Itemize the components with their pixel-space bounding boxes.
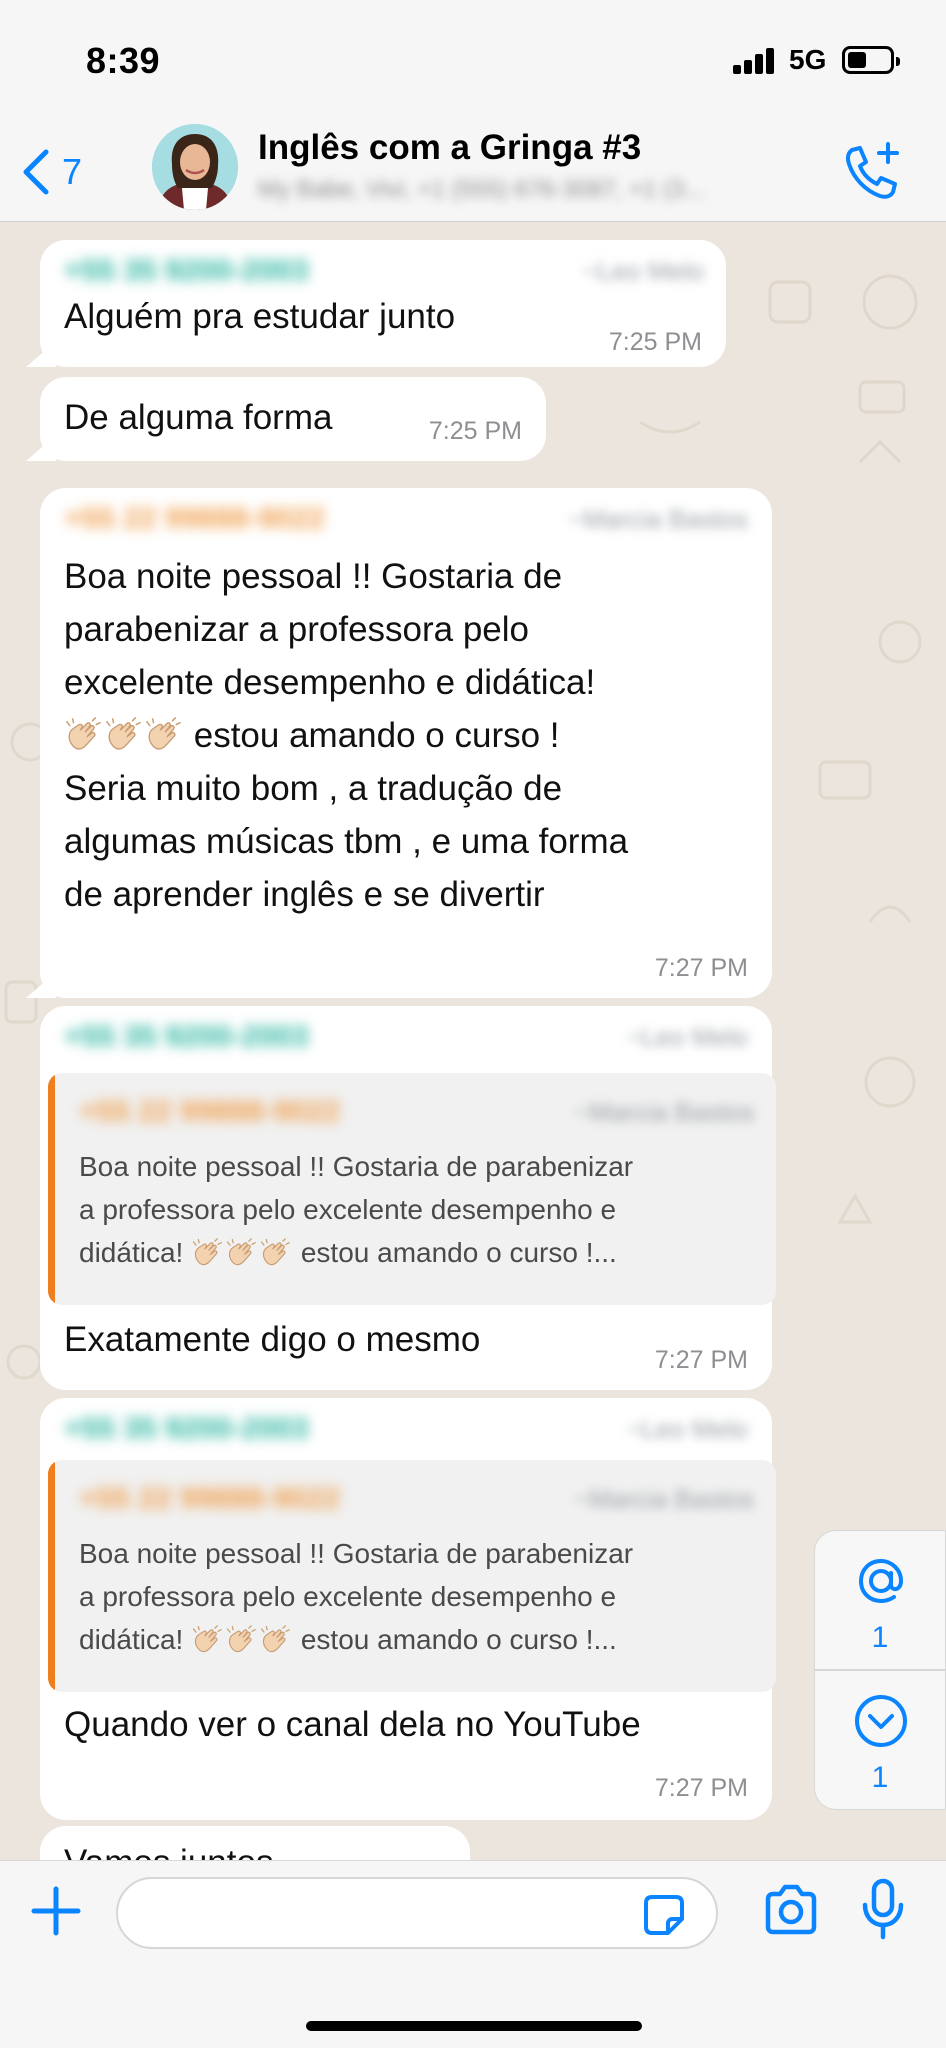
- clapping-hands-icon: [64, 717, 102, 753]
- message-time: 7:27 PM: [654, 954, 748, 982]
- message-text: Exatamente digo o mesmo: [64, 1320, 481, 1359]
- message-sender[interactable]: +55 35 9200-2003: [64, 1412, 308, 1446]
- quoted-text: estou amando o curso !...: [300, 1624, 617, 1655]
- message-input[interactable]: [116, 1877, 718, 1949]
- quoted-text: estou amando o curso !...: [300, 1237, 617, 1268]
- clapping-hands-icon: [259, 1238, 291, 1268]
- input-bar: [0, 1860, 946, 2048]
- unread-chats-count: 7: [62, 151, 83, 192]
- plus-icon: [31, 1886, 81, 1936]
- message-text: de aprender inglês e se divertir: [64, 875, 545, 914]
- quoted-sender-alias: ~Marcia Bastos: [574, 1484, 754, 1514]
- phone-plus-icon: [846, 142, 899, 199]
- quoted-text: a professora pelo excelente desempenho e: [79, 1194, 617, 1225]
- message-sender[interactable]: +55 35 9200-2003: [64, 1020, 308, 1054]
- group-avatar[interactable]: [152, 124, 238, 210]
- message-text: Boa noite pessoal !! Gostaria de: [64, 557, 563, 596]
- signal-icon: [733, 48, 775, 74]
- chat-title[interactable]: Inglês com a Gringa #3: [258, 128, 641, 168]
- message-bubble[interactable]: +55 22 99888-9022 ~Marcia Bastos Boa noi…: [26, 488, 772, 998]
- chat-area[interactable]: +55 35 9200-2003 ~Leo Melo Alguém pra es…: [0, 222, 946, 1860]
- message-sender[interactable]: +55 22 99888-9022: [64, 502, 325, 536]
- home-indicator: [306, 2021, 642, 2031]
- status-bar: 8:39 5G: [0, 0, 946, 118]
- clapping-hands-icon: [259, 1625, 291, 1655]
- message-bubble[interactable]: +55 35 9200-2003 ~Leo Melo +55 22 99888-…: [40, 1398, 776, 1820]
- message-text: algumas músicas tbm , e uma forma: [64, 822, 629, 861]
- message-text: Alguém pra estudar junto: [64, 297, 456, 336]
- chat-header: 7 Inglês com a Gringa #3 My Babe, Vivi, …: [0, 118, 946, 222]
- message-bubble[interactable]: +55 35 9200-2003 ~Leo Melo Alguém pra es…: [26, 240, 726, 367]
- chat-participants[interactable]: My Babe, Vivi, +1 (555) 676-3087, +1 (3.…: [258, 176, 704, 204]
- clapping-hands-icon: [191, 1625, 223, 1655]
- quoted-text: Boa noite pessoal !! Gostaria de paraben…: [79, 1538, 634, 1569]
- message-text: Seria muito bom , a tradução de: [64, 769, 563, 808]
- sticker-button[interactable]: [640, 1891, 688, 1939]
- message-bubble[interactable]: De alguma forma 7:25 PM: [26, 377, 546, 461]
- chevron-down-circle-icon: [855, 1695, 907, 1747]
- microphone-button[interactable]: [858, 1877, 908, 1943]
- message-text-with-emoji: estou amando o curso !: [64, 709, 560, 762]
- quote-bar: [48, 1460, 55, 1692]
- message-text: parabenizar a professora pelo: [64, 610, 530, 649]
- back-button[interactable]: 7: [18, 144, 82, 200]
- clapping-hands-icon: [104, 717, 142, 753]
- network-label: 5G: [789, 44, 827, 75]
- quoted-text: didática!: [79, 1624, 184, 1655]
- attach-button[interactable]: [26, 1881, 86, 1941]
- message-sender-alias: ~Leo Melo: [625, 1414, 748, 1444]
- quote-bar: [48, 1073, 55, 1305]
- quoted-sender-alias: ~Marcia Bastos: [574, 1097, 754, 1127]
- unread-count: 1: [871, 1761, 889, 1794]
- clapping-hands-icon: [191, 1238, 223, 1268]
- message-text: estou amando o curso !: [193, 716, 560, 755]
- message-sender-alias: ~Marcia Bastos: [568, 504, 748, 534]
- message-text: Quando ver o canal dela no YouTube: [64, 1705, 641, 1744]
- message-time: 7:27 PM: [654, 1774, 748, 1802]
- jump-to-mention-button[interactable]: 1: [814, 1530, 946, 1670]
- sticker-icon: [644, 1895, 684, 1935]
- scroll-to-bottom-button[interactable]: 1: [814, 1670, 946, 1810]
- message-time: 7:27 PM: [654, 1346, 748, 1374]
- message-text: excelente desempenho e didática!: [64, 663, 596, 702]
- call-button[interactable]: [838, 138, 906, 206]
- quoted-text-with-emoji: didática! estou amando o curso !...: [79, 1237, 617, 1269]
- message-text: Vamos juntos: [64, 1836, 273, 1860]
- quoted-sender: +55 22 99888-9022: [79, 1095, 341, 1128]
- message-time: 7:25 PM: [608, 328, 702, 356]
- camera-button[interactable]: [760, 1881, 822, 1941]
- camera-icon: [765, 1884, 817, 1935]
- clapping-hands-icon: [144, 717, 182, 753]
- battery-icon: [842, 46, 900, 74]
- message-sender-alias: ~Leo Melo: [625, 1022, 748, 1052]
- message-bubble[interactable]: Vamos juntos: [40, 1826, 470, 1860]
- message-sender[interactable]: +55 35 9200-2003: [64, 254, 308, 288]
- quoted-message[interactable]: +55 22 99888-9022 ~Marcia Bastos Boa noi…: [48, 1460, 776, 1692]
- quoted-text-with-emoji: didática! estou amando o curso !...: [79, 1624, 617, 1656]
- message-bubble[interactable]: +55 35 9200-2003 ~Leo Melo +55 22 99888-…: [40, 1006, 776, 1390]
- clapping-hands-icon: [225, 1625, 257, 1655]
- at-sign-icon: [858, 1558, 904, 1604]
- quoted-text: a professora pelo excelente desempenho e: [79, 1581, 617, 1612]
- clapping-hands-icon: [225, 1238, 257, 1268]
- quoted-sender: +55 22 99888-9022: [79, 1482, 341, 1515]
- message-time: 7:25 PM: [428, 417, 522, 445]
- quoted-text: Boa noite pessoal !! Gostaria de paraben…: [79, 1151, 634, 1182]
- quoted-message[interactable]: +55 22 99888-9022 ~Marcia Bastos Boa noi…: [48, 1073, 776, 1305]
- message-sender-alias: ~Leo Melo: [581, 256, 704, 286]
- quoted-text: didática!: [79, 1237, 184, 1268]
- mentions-count: 1: [871, 1621, 889, 1654]
- message-text: De alguma forma: [64, 398, 333, 437]
- microphone-icon: [862, 1878, 904, 1940]
- chevron-left-icon: [23, 149, 49, 195]
- status-time: 8:39: [86, 40, 161, 81]
